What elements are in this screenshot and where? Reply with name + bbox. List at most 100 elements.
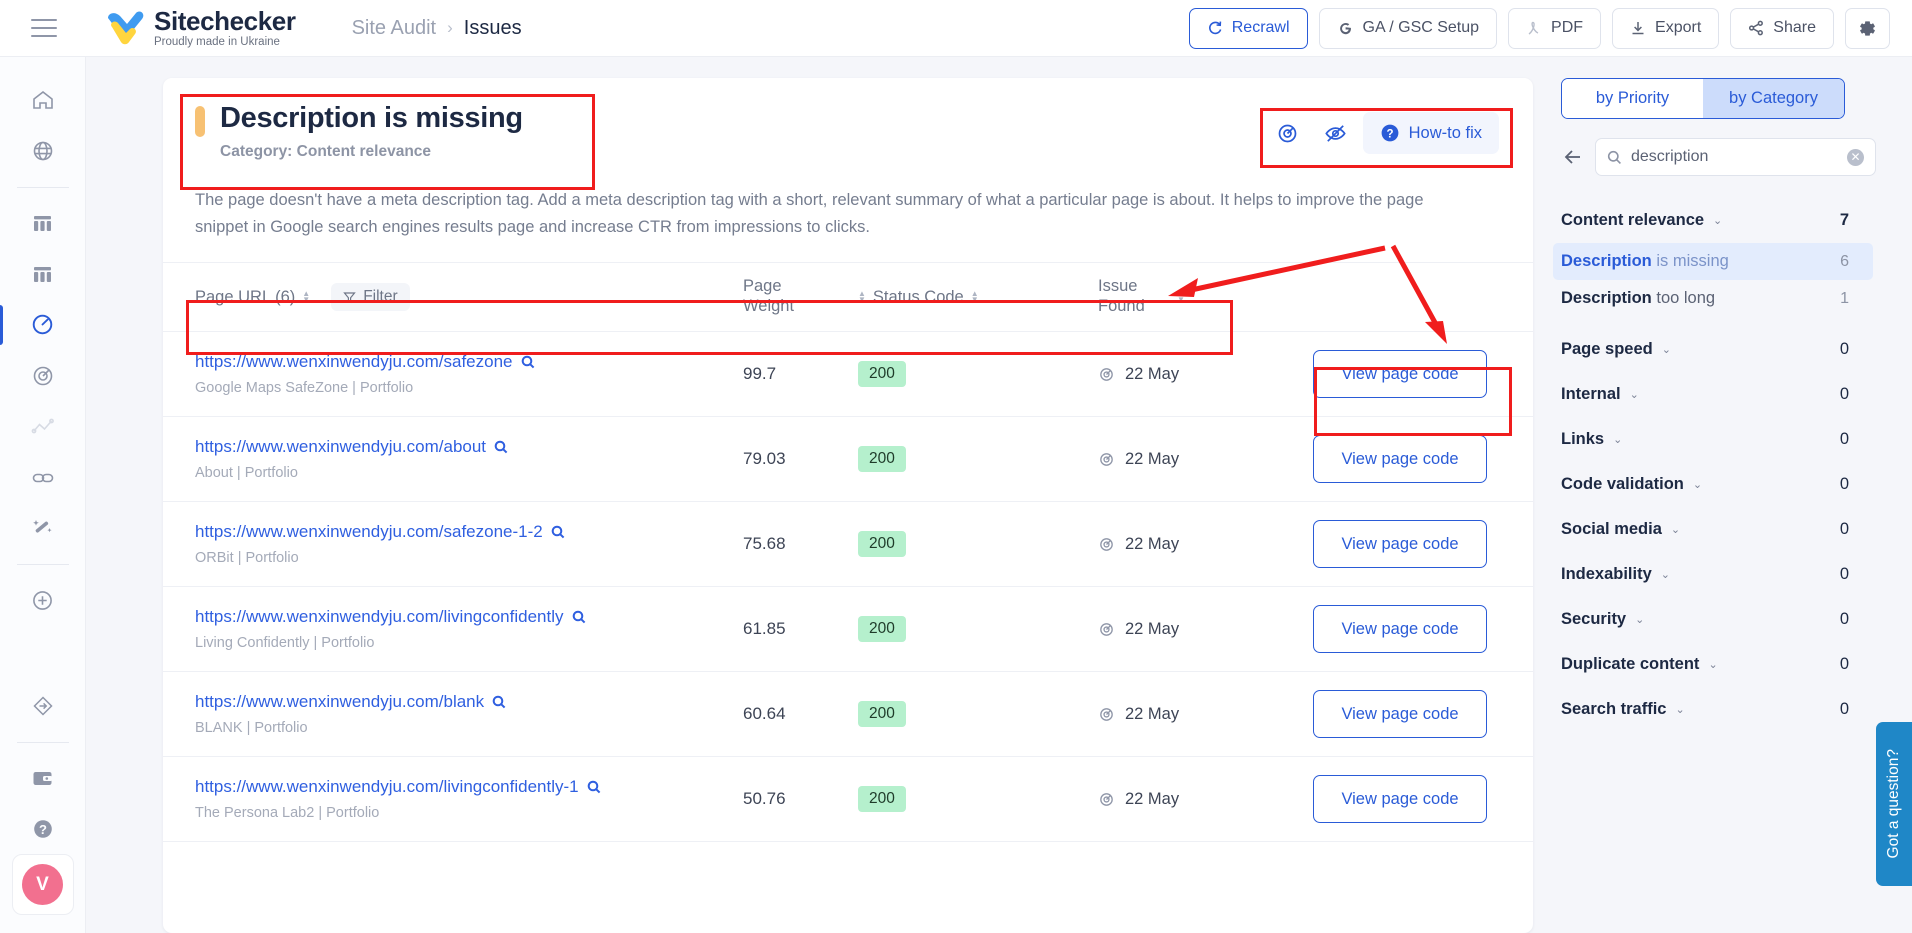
search-icon[interactable] [572, 610, 586, 624]
view-page-code-button[interactable]: View page code [1313, 350, 1487, 399]
recrawl-button[interactable]: Recrawl [1188, 7, 1308, 49]
google-icon [1339, 22, 1351, 34]
cell-page-url: https://www.wenxinwendyju.com/safezone G… [163, 331, 743, 418]
category-label: Duplicate content [1561, 655, 1700, 673]
hamburger-icon[interactable] [31, 19, 57, 37]
column-page-weight-label[interactable]: Page Weight [743, 277, 815, 317]
sidebar-item-tools[interactable] [17, 503, 69, 554]
search-input[interactable] [1631, 148, 1838, 166]
page-url-link[interactable]: https://www.wenxinwendyju.com/blank [195, 692, 484, 712]
category-label: Security [1561, 610, 1627, 628]
sidebar-item-backlinks[interactable] [17, 452, 69, 503]
filter-icon [343, 292, 356, 303]
sidebar-item-rank-tracker[interactable] [17, 350, 69, 401]
issue-detail-card: Description is missing Category: Content… [163, 78, 1533, 933]
search-icon[interactable] [587, 780, 601, 794]
cell-issue-found: 22 May [1098, 501, 1313, 588]
view-page-code-button[interactable]: View page code [1313, 775, 1487, 824]
cell-action: View page code [1313, 756, 1533, 843]
settings-button[interactable] [1845, 7, 1890, 49]
column-issue-found-label[interactable]: Issue Found [1098, 277, 1170, 317]
page-url-link[interactable]: https://www.wenxinwendyju.com/livingconf… [195, 777, 579, 797]
search-icon[interactable] [551, 525, 565, 539]
page-url-link[interactable]: https://www.wenxinwendyju.com/livingconf… [195, 607, 564, 627]
share-button[interactable]: Share [1730, 7, 1834, 49]
sidebar-item-home[interactable] [17, 75, 69, 126]
category-row-links[interactable]: Links ⌄ 0 [1553, 417, 1873, 462]
page-url-link[interactable]: https://www.wenxinwendyju.com/safezone-1… [195, 522, 543, 542]
cell-status-code: 200 [858, 586, 1098, 673]
tab-by-priority[interactable]: by Priority [1562, 79, 1703, 118]
issue-item-description-is-missing[interactable]: Description is missing 6 [1553, 243, 1873, 280]
sidebar-item-analytics[interactable] [17, 401, 69, 452]
tab-by-category[interactable]: by Category [1703, 79, 1844, 118]
top-actions: Recrawl GA / GSC Setup PDF Export Share [1188, 7, 1890, 49]
sidebar-item-globe[interactable] [17, 126, 69, 177]
category-row-internal[interactable]: Internal ⌄ 0 [1553, 372, 1873, 417]
sidebar-item-billing[interactable] [17, 753, 69, 804]
page-title-text: BLANK | Portfolio [195, 720, 308, 737]
page-url-link[interactable]: https://www.wenxinwendyju.com/safezone [195, 352, 513, 372]
search-icon[interactable] [492, 695, 506, 709]
sidebar-item-help[interactable]: ? [17, 803, 69, 854]
export-button[interactable]: Export [1612, 7, 1720, 49]
status-badge: 200 [858, 701, 906, 728]
cell-status-code: 200 [858, 331, 1098, 418]
search-icon[interactable] [494, 440, 508, 454]
breadcrumb-issues[interactable]: Issues [464, 17, 522, 40]
sidebar-item-table-2[interactable] [17, 249, 69, 300]
plus-circle-icon [33, 590, 52, 610]
category-row-search-traffic[interactable]: Search traffic ⌄ 0 [1553, 687, 1873, 732]
view-page-code-button[interactable]: View page code [1313, 435, 1487, 484]
category-row-page-speed[interactable]: Page speed ⌄ 0 [1553, 327, 1873, 372]
cell-page-url: https://www.wenxinwendyju.com/livingconf… [163, 756, 743, 843]
page-weight-value: 60.64 [743, 704, 786, 724]
track-issue-button[interactable] [1267, 114, 1309, 152]
sort-page-weight-icon[interactable]: ▲ ▼ [858, 289, 866, 303]
issue-item-description-too-long[interactable]: Description too long 1 [1553, 280, 1873, 317]
column-page-url-label[interactable]: Page URL (6) [195, 288, 295, 307]
account-avatar-box[interactable]: V [11, 854, 74, 916]
pdf-button[interactable]: PDF [1508, 7, 1602, 49]
back-arrow-icon[interactable] [1561, 145, 1585, 169]
column-status-code-label[interactable]: Status Code [873, 288, 964, 307]
view-page-code-button[interactable]: View page code [1313, 690, 1487, 739]
sidebar-item-upgrade[interactable] [17, 681, 69, 732]
sidebar-item-site-audit[interactable] [0, 299, 69, 350]
search-box[interactable]: ✕ [1595, 138, 1876, 176]
category-row-security[interactable]: Security ⌄ 0 [1553, 597, 1873, 642]
category-row-social-media[interactable]: Social media ⌄ 0 [1553, 507, 1873, 552]
app-logo[interactable]: Sitechecker Proudly made in Ukraine [105, 8, 296, 49]
svg-text:?: ? [1386, 129, 1393, 141]
cell-issue-found: 22 May [1098, 416, 1313, 503]
sort-page-url-icon[interactable]: ▲ ▼ [302, 289, 310, 303]
ga-gsc-setup-label: GA / GSC Setup [1362, 19, 1480, 36]
question-mark-icon: ? [1381, 124, 1399, 142]
page-url-link[interactable]: https://www.wenxinwendyju.com/about [195, 437, 486, 457]
category-row-content-relevance[interactable]: Content relevance ⌄ 7 [1553, 198, 1873, 243]
clear-search-icon[interactable]: ✕ [1847, 148, 1864, 166]
view-page-code-button[interactable]: View page code [1313, 605, 1487, 654]
category-row-indexability[interactable]: Indexability ⌄ 0 [1553, 552, 1873, 597]
table-columns-icon-2 [34, 266, 51, 282]
search-icon[interactable] [521, 355, 535, 369]
sidebar-item-add-project[interactable] [17, 575, 69, 626]
sidebar-item-table-1[interactable] [17, 198, 69, 249]
ga-gsc-setup-button[interactable]: GA / GSC Setup [1318, 7, 1498, 49]
cell-issue-found: 22 May [1098, 586, 1313, 673]
view-page-code-button[interactable]: View page code [1313, 520, 1487, 569]
column-actions [1313, 262, 1533, 333]
breadcrumb-site-audit[interactable]: Site Audit [352, 17, 437, 40]
filter-button[interactable]: Filter [331, 283, 410, 312]
page-weight-value: 61.85 [743, 619, 786, 639]
line-chart-icon [31, 418, 54, 434]
category-label: Internal [1561, 385, 1621, 403]
got-a-question-widget[interactable]: Got a question? [1876, 722, 1912, 886]
how-to-fix-button[interactable]: ? How-to fix [1362, 112, 1499, 154]
category-row-code-validation[interactable]: Code validation ⌄ 0 [1553, 462, 1873, 507]
sort-issue-found-icon[interactable]: ▲ ▼ [1177, 289, 1185, 303]
sort-status-code-icon[interactable]: ▲ ▼ [971, 289, 979, 303]
category-row-duplicate-content[interactable]: Duplicate content ⌄ 0 [1553, 642, 1873, 687]
export-label: Export [1655, 19, 1702, 36]
hide-issue-button[interactable] [1315, 114, 1357, 152]
